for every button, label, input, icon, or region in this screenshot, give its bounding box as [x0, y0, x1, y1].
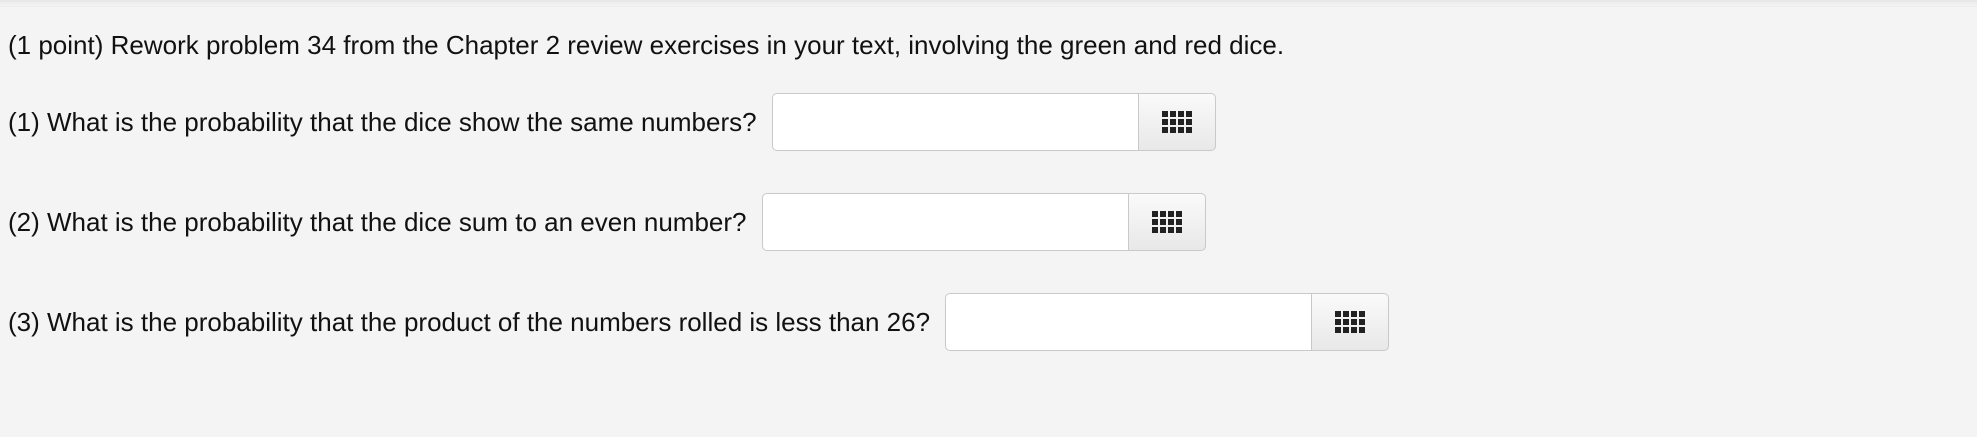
answer-group-2: [761, 193, 1206, 251]
answer-input-2[interactable]: [761, 193, 1128, 251]
grid-icon: [1161, 111, 1192, 133]
question-3-label: (3) What is the probability that the pro…: [8, 306, 931, 337]
question-3: (3) What is the probability that the pro…: [8, 293, 1390, 351]
question-2-label: (2) What is the probability that the dic…: [8, 206, 747, 237]
grid-icon: [1335, 311, 1366, 333]
answer-input-1[interactable]: [771, 93, 1138, 151]
answer-group-3: [945, 293, 1390, 351]
problem-container: (1 point) Rework problem 34 from the Cha…: [8, 29, 1977, 351]
answer-group-1: [771, 93, 1216, 151]
question-1: (1) What is the probability that the dic…: [8, 93, 1216, 151]
math-palette-button-3[interactable]: [1311, 293, 1390, 351]
math-palette-button-1[interactable]: [1137, 93, 1216, 151]
top-divider: [0, 0, 1977, 7]
question-2: (2) What is the probability that the dic…: [8, 193, 1206, 251]
math-palette-button-2[interactable]: [1127, 193, 1206, 251]
problem-intro: (1 point) Rework problem 34 from the Cha…: [8, 30, 1285, 60]
grid-icon: [1151, 211, 1182, 233]
question-1-label: (1) What is the probability that the dic…: [8, 106, 757, 137]
answer-input-3[interactable]: [945, 293, 1312, 351]
